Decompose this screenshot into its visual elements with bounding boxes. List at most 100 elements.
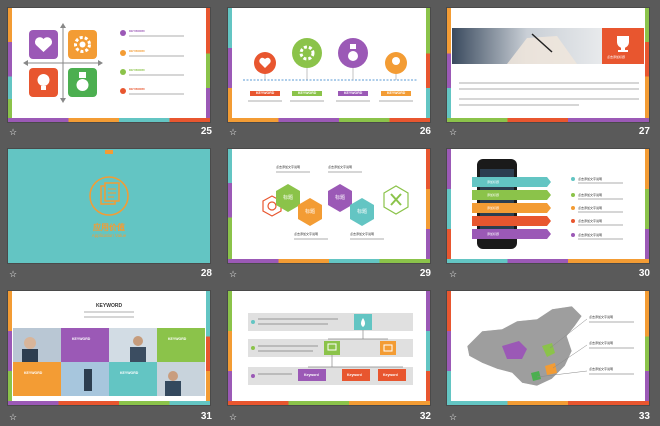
- caption: 点击添加文字说明: [578, 193, 603, 197]
- slide-number: 26: [419, 126, 431, 137]
- caption: 点击添加文字说明: [589, 341, 614, 345]
- keyword-label: KEYWORD: [129, 68, 145, 72]
- text-placeholder: [459, 98, 639, 100]
- slide-thumbnail-30[interactable]: 添加标题 添加标题 添加标题 添加标题 点击添加文字说明 点击添加文字说明 点击…: [447, 149, 649, 263]
- keyword-label: KEYWORD: [387, 91, 406, 95]
- transition-star-icon[interactable]: ☆: [449, 413, 457, 422]
- hex-label: 标题: [283, 195, 294, 201]
- caption: 点击添加文字说明: [328, 165, 353, 169]
- slide-thumbnail-27[interactable]: 点击添加标题: [447, 8, 649, 122]
- text-placeholder: [248, 100, 282, 102]
- section-subtitle: Application Value: [91, 233, 127, 238]
- hex-label: 标题: [357, 209, 368, 215]
- text-placeholder: [294, 238, 328, 240]
- hex-label: 标题: [335, 195, 346, 201]
- slide-thumbnail-33[interactable]: 点击添加文字说明 点击添加文字说明 点击添加文字说明: [447, 291, 649, 405]
- slide-thumbnail-25[interactable]: KEYWORD KEYWORD KEYWORD KEYWORD: [8, 8, 210, 122]
- transition-star-icon[interactable]: ☆: [229, 128, 237, 137]
- keyword-box: Keyword: [383, 373, 398, 377]
- hex-label: 标题: [305, 209, 316, 215]
- keyword-label: KEYWORD: [344, 91, 363, 95]
- transition-star-icon[interactable]: ☆: [9, 270, 17, 279]
- text-placeholder: [578, 198, 623, 200]
- keyword-label: KEYWORD: [72, 337, 91, 341]
- text-placeholder: [336, 100, 370, 102]
- slide-number: 27: [638, 126, 650, 137]
- keyword-box: Keyword: [304, 373, 319, 377]
- transition-star-icon[interactable]: ☆: [229, 270, 237, 279]
- lightbulb-icon: [37, 74, 50, 86]
- text-placeholder: [258, 318, 338, 320]
- slide-thumbnail-28[interactable]: 应用价值 Application Value: [8, 149, 210, 263]
- keyword-label: KEYWORD: [168, 337, 187, 341]
- medal-icon: [76, 79, 89, 91]
- phone-item: 添加标题: [487, 232, 500, 236]
- transition-star-icon[interactable]: ☆: [229, 413, 237, 422]
- caption: 点击添加文字说明: [589, 367, 614, 371]
- text-placeholder: [258, 323, 328, 325]
- text-placeholder: [258, 350, 313, 352]
- transition-star-icon[interactable]: ☆: [449, 128, 457, 137]
- text-placeholder: [350, 238, 384, 240]
- text-placeholder: [578, 224, 623, 226]
- keyword-label: KEYWORD: [129, 87, 145, 91]
- text-placeholder: [84, 316, 134, 318]
- caption: 点击添加文字说明: [578, 177, 603, 181]
- section-title: 应用价值: [93, 223, 125, 232]
- text-placeholder: [578, 182, 623, 184]
- text-placeholder: [129, 93, 184, 95]
- text-placeholder: [129, 35, 184, 37]
- text-placeholder: [459, 82, 639, 84]
- text-placeholder: [129, 74, 184, 76]
- slide-number: 31: [200, 411, 212, 422]
- keyword-label: KEYWORD: [298, 91, 317, 95]
- keyword-label: KEYWORD: [24, 371, 43, 375]
- transition-star-icon[interactable]: ☆: [9, 128, 17, 137]
- text-placeholder: [459, 104, 579, 106]
- text-placeholder: [589, 373, 634, 375]
- text-placeholder: [129, 55, 184, 57]
- text-placeholder: [379, 100, 413, 102]
- caption: 点击添加文字说明: [578, 233, 603, 237]
- tree-diagram: [248, 313, 413, 385]
- trophy-icon: [617, 36, 629, 48]
- text-placeholder: [578, 238, 623, 240]
- slide-thumbnail-32[interactable]: Keyword Keyword Keyword: [228, 291, 430, 405]
- folder-icon-box: [380, 341, 396, 355]
- caption: 点击添加文字说明: [578, 206, 603, 210]
- transition-star-icon[interactable]: ☆: [9, 413, 17, 422]
- phone-item: 添加标题: [487, 206, 500, 210]
- keyword-label: KEYWORD: [129, 49, 145, 53]
- keyword-label: KEYWORD: [129, 29, 145, 33]
- slide-number: 25: [200, 126, 212, 137]
- slide-number: 30: [638, 268, 650, 279]
- caption: 点击添加文字说明: [350, 232, 375, 236]
- caption: 点击添加文字说明: [276, 165, 301, 169]
- phone-item: 添加标题: [487, 193, 500, 197]
- text-placeholder: [258, 373, 292, 375]
- gear-icon: [292, 38, 322, 68]
- text-placeholder: [578, 211, 623, 213]
- text-placeholder: [328, 171, 362, 173]
- slide-number: 28: [200, 268, 212, 279]
- text-placeholder: [290, 100, 324, 102]
- text-placeholder: [589, 321, 634, 323]
- transition-star-icon[interactable]: ☆: [449, 270, 457, 279]
- slide-sorter: { "colors": { "purple": "#9b59b6", "oran…: [0, 0, 660, 426]
- text-placeholder: [258, 345, 318, 347]
- slide-heading: KEYWORD: [95, 303, 123, 309]
- caption: 点击添加文字说明: [294, 232, 319, 236]
- phone-list-diagram: [472, 159, 575, 249]
- caption: 点击添加文字说明: [578, 219, 603, 223]
- phone-item: 添加标题: [487, 180, 500, 184]
- slide-thumbnail-31[interactable]: KEYWORD KEYWORD KEYWORD KEYWORD KEYWORD: [8, 291, 210, 405]
- slide-thumbnail-26[interactable]: KEYWORD KEYWORD KEYWORD KEYWORD: [228, 8, 430, 122]
- caption: 点击添加文字说明: [589, 315, 614, 319]
- text-placeholder: [84, 311, 134, 313]
- slide-number: 29: [419, 268, 431, 279]
- slide-thumbnail-29[interactable]: 标题 标题 标题 标题 点击添加文字说明 点击添加文字说明 点击添加文字说明 点…: [228, 149, 430, 263]
- text-placeholder: [589, 347, 634, 349]
- timeline-diagram: [243, 38, 418, 96]
- badge-title: 点击添加标题: [607, 55, 626, 59]
- section-cover: [89, 150, 129, 216]
